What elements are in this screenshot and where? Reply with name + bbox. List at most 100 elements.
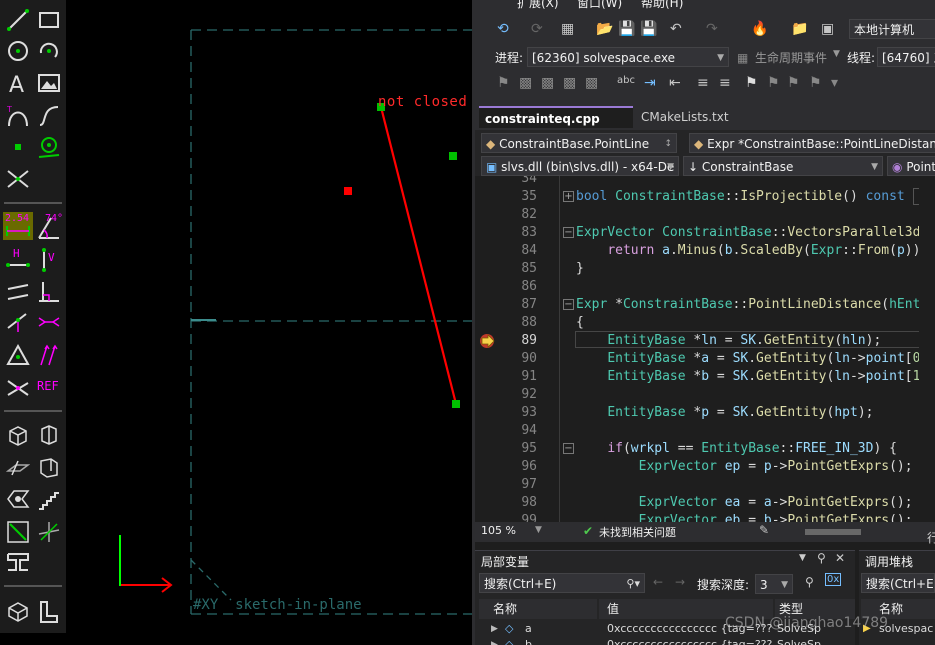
filter-icon[interactable]: ▩ <box>541 75 554 91</box>
zoom-level[interactable]: 105 % <box>481 524 516 537</box>
column-header-name[interactable]: 名称 <box>479 599 597 619</box>
bookmark-icon[interactable]: ⚑ <box>745 75 758 91</box>
close-icon[interactable]: ✕ <box>835 551 845 565</box>
extrude-icon[interactable] <box>37 455 61 479</box>
point-on-line-icon[interactable] <box>6 310 30 334</box>
parallel-icon[interactable] <box>6 280 30 304</box>
bezier-icon[interactable] <box>37 104 61 128</box>
sketch-in-3d-icon[interactable] <box>37 520 61 544</box>
spell-check-icon[interactable]: abc <box>617 73 635 89</box>
open-folder-icon[interactable]: 📂 <box>596 21 613 37</box>
collapse-region-icon[interactable]: − <box>563 443 574 454</box>
vertical-icon[interactable]: V <box>37 248 61 272</box>
angle-dimension-icon[interactable]: 74° <box>37 212 63 240</box>
code-line[interactable]: { <box>576 315 584 330</box>
distance-dimension-icon[interactable]: 2.54 <box>3 212 33 240</box>
point-icon[interactable] <box>6 135 30 159</box>
save-all-icon[interactable]: 💾 <box>640 21 657 37</box>
uncomment-icon[interactable]: ≡ <box>719 75 731 91</box>
expand-arrow-icon[interactable]: ▶ <box>491 621 498 637</box>
window-layout-icon[interactable]: ▣ <box>821 21 834 37</box>
panel-dropdown-icon[interactable]: ▼ <box>799 553 806 563</box>
expand-arrow-icon[interactable]: ▶ <box>491 637 498 645</box>
code-line[interactable]: EntityBase *b = SK.GetEntity(ln->point[1… <box>576 369 935 384</box>
image-icon[interactable] <box>37 71 61 95</box>
expand-icon[interactable]: ▩ <box>585 75 598 91</box>
member-select[interactable]: ◆ Expr *ConstraintBase::PointLineDistanc… <box>689 133 935 153</box>
search-icon[interactable]: ⚲▾ <box>626 574 640 592</box>
menu-help[interactable]: 帮助(H) <box>641 0 683 11</box>
symmetric-icon[interactable] <box>37 310 61 334</box>
search-back-icon[interactable]: ← <box>653 575 663 589</box>
clear-bookmarks-icon[interactable]: ⚑ <box>809 75 822 91</box>
collapsed-region-icon[interactable]: + <box>563 191 574 202</box>
toolbar-options-icon[interactable]: ▾ <box>831 75 838 91</box>
search-forward-icon[interactable]: → <box>675 575 685 589</box>
solution-explorer-icon[interactable]: 📁 <box>791 21 808 37</box>
circle-icon[interactable] <box>6 39 30 63</box>
arc-icon[interactable] <box>37 39 61 63</box>
code-editor[interactable]: 34 35 bool ConstraintBase::IsProjectible()… <box>475 176 935 522</box>
brush-icon[interactable]: ✎ <box>759 523 769 537</box>
code-line[interactable]: ExprVector ConstraintBase::VectorsParall… <box>576 225 935 240</box>
line-icon[interactable] <box>6 8 30 32</box>
text-icon[interactable]: A <box>6 71 30 95</box>
same-orientation-icon[interactable] <box>37 343 61 367</box>
tab-cmakelists[interactable]: CMakeLists.txt <box>635 106 767 128</box>
process-select[interactable]: [62360] solvespace.exe ▼ <box>527 47 729 67</box>
code-line[interactable]: ExprVector eb = b->PointGetExprs(); <box>576 513 913 522</box>
vertical-scrollbar[interactable] <box>919 176 935 522</box>
pin-watch-icon[interactable]: ⚲ <box>805 575 814 589</box>
pin-icon[interactable]: ⚲ <box>817 551 826 565</box>
save-icon[interactable]: 💾 <box>618 21 635 37</box>
class-select[interactable]: ↓ ConstraintBase ▼ <box>683 156 883 176</box>
target-select[interactable]: 本地计算机 <box>849 19 935 39</box>
split-curves-icon[interactable] <box>6 167 30 191</box>
code-line[interactable]: ExprVector ep = p->PointGetExprs(); <box>576 459 913 474</box>
construction-icon[interactable] <box>37 135 61 159</box>
nearest-iso-icon[interactable] <box>6 423 30 447</box>
format-icon[interactable]: ⇥ <box>644 75 656 91</box>
workplane-icon[interactable] <box>6 455 30 479</box>
collapse-region-icon[interactable]: − <box>563 299 574 310</box>
sketch-in-plane-icon[interactable] <box>37 600 61 624</box>
menu-extensions[interactable]: 扩展(X) <box>517 0 559 11</box>
step-rotate-icon[interactable] <box>6 520 30 544</box>
sketch-canvas[interactable]: not closed #XY sketch-in-plane <box>66 0 472 645</box>
new-item-icon[interactable]: ▦ <box>561 21 574 37</box>
code-line[interactable]: return a.Minus(b.ScaledBy(Expr::From(p))… <box>576 243 935 258</box>
code-line[interactable]: ExprVector ea = a->PointGetExprs(); <box>576 495 913 510</box>
horizontal-scrollbar-thumb[interactable] <box>805 529 861 535</box>
show-threads-icon[interactable]: ▩ <box>563 75 576 91</box>
equal-icon[interactable] <box>6 343 30 367</box>
project-select[interactable]: ▣ slvs.dll (bin\slvs.dll) - x64-De ▼ <box>481 156 679 176</box>
perpendicular-icon[interactable] <box>37 280 61 304</box>
member-scope-select[interactable]: ◉ Point <box>887 156 935 176</box>
code-line[interactable]: Expr *ConstraintBase::PointLineDistance(… <box>576 297 935 312</box>
assemble-icon[interactable] <box>6 550 30 574</box>
redo-icon[interactable]: ↷ <box>706 21 718 37</box>
breakpoint-margin[interactable] <box>475 176 497 522</box>
stack-frame-icon[interactable]: ▩ <box>519 75 532 91</box>
step-translate-icon[interactable] <box>37 487 61 511</box>
hex-display-icon[interactable]: 0x <box>825 573 842 586</box>
lathe-icon[interactable] <box>6 487 30 511</box>
next-bookmark-icon[interactable]: ⚑ <box>787 75 800 91</box>
lifecycle-icon[interactable]: ▦ <box>737 50 748 66</box>
menu-window[interactable]: 窗口(W) <box>577 0 622 11</box>
back-icon[interactable]: ⟲ <box>497 21 509 37</box>
lifecycle-dropdown-icon[interactable]: ▼ <box>833 49 840 59</box>
code-line[interactable]: EntityBase *p = SK.GetEntity(hpt); <box>576 405 873 420</box>
search-depth-select[interactable]: 3 ▼ <box>755 574 793 594</box>
hot-reload-icon[interactable]: 🔥 <box>751 21 768 37</box>
import-icon[interactable] <box>6 600 30 624</box>
issues-status[interactable]: 未找到相关问题 <box>599 524 676 540</box>
code-line[interactable]: EntityBase *a = SK.GetEntity(ln->point[0… <box>576 351 935 366</box>
other-angle-icon[interactable] <box>6 375 30 399</box>
reference-icon[interactable]: REF <box>36 378 64 396</box>
code-line[interactable]: if(wrkpl == EntityBase::FREE_IN_3D) { <box>576 441 897 456</box>
nearest-ortho-icon[interactable] <box>37 423 61 447</box>
undo-icon[interactable]: ↶ <box>670 21 682 37</box>
forward-icon[interactable]: ⟳ <box>531 21 543 37</box>
locals-search-input[interactable]: 搜索(Ctrl+E) ⚲▾ <box>479 573 645 593</box>
